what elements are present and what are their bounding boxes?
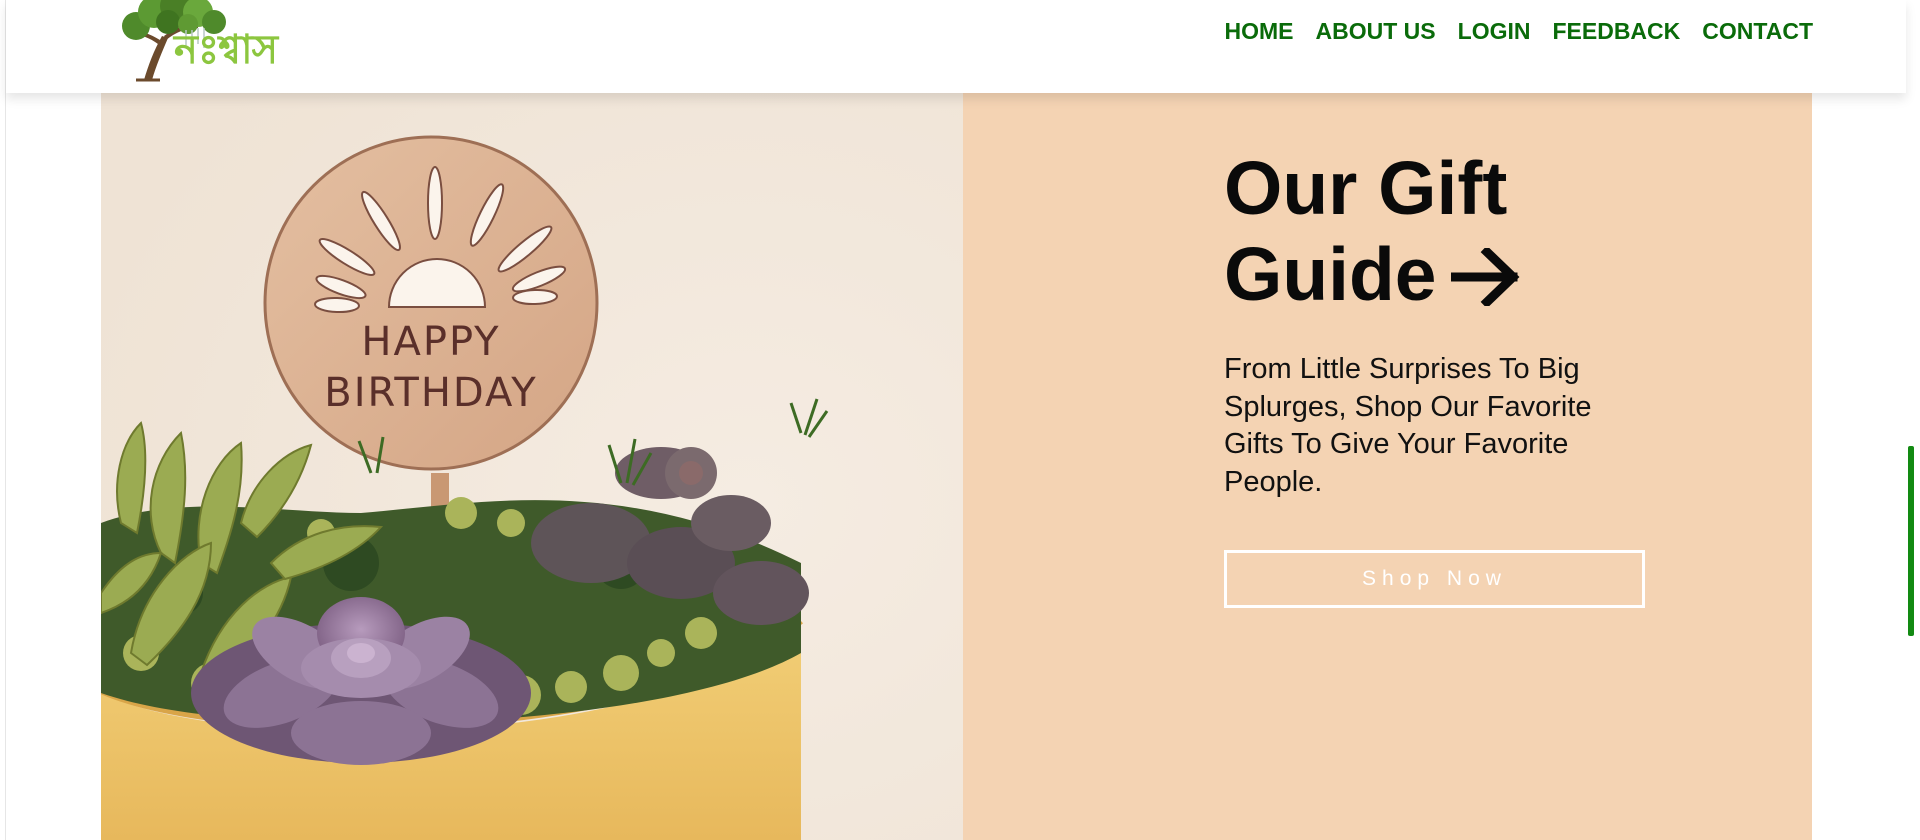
site-header: নঃশ্বাস HOME ABOUT US LOGIN FEEDBACK CON… [6, 0, 1906, 93]
title-line-2-text: Guide [1224, 232, 1437, 316]
title-line-2: Guide [1224, 231, 1654, 317]
gift-guide-content: Our Gift Guide From Little Surprises To … [1224, 145, 1654, 608]
svg-text:HAPPY: HAPPY [361, 319, 500, 365]
site-logo[interactable]: নঃশ্বাস [116, 0, 321, 84]
gift-guide-title[interactable]: Our Gift Guide [1224, 145, 1654, 317]
scrollbar-thumb[interactable] [1908, 446, 1914, 636]
scrollbar-track[interactable] [1908, 0, 1918, 840]
nav-feedback[interactable]: FEEDBACK [1541, 17, 1691, 45]
svg-text:BIRTHDAY: BIRTHDAY [324, 370, 537, 416]
page-edge-divider [5, 0, 6, 840]
succulent-illustration: HAPPY BIRTHDAY [101, 93, 963, 840]
sign-text-birthday: BIRTHDAY [324, 370, 537, 416]
succulent-gift-image: HAPPY BIRTHDAY [101, 93, 963, 840]
gift-guide-panel: Our Gift Guide From Little Surprises To … [963, 93, 1812, 840]
nav-about-us[interactable]: ABOUT US [1305, 17, 1447, 45]
logo-text: নঃশ্বাস [174, 27, 278, 73]
sign-text-happy: HAPPY [361, 319, 500, 365]
nav-login[interactable]: LOGIN [1447, 17, 1542, 45]
shop-now-button[interactable]: Shop Now [1224, 550, 1645, 608]
nav-contact[interactable]: CONTACT [1691, 17, 1813, 45]
title-line-1: Our Gift [1224, 146, 1508, 230]
gift-guide-description: From Little Surprises To Big Splurges, S… [1224, 353, 1592, 498]
page: নঃশ্বাস HOME ABOUT US LOGIN FEEDBACK CON… [0, 0, 1920, 840]
gift-guide-hero: HAPPY BIRTHDAY Our Gift Guide From Littl… [101, 93, 1812, 840]
nav-home[interactable]: HOME [1214, 17, 1305, 45]
arrow-right-icon[interactable] [1450, 248, 1521, 306]
main-nav: HOME ABOUT US LOGIN FEEDBACK CONTACT [1214, 17, 1813, 45]
